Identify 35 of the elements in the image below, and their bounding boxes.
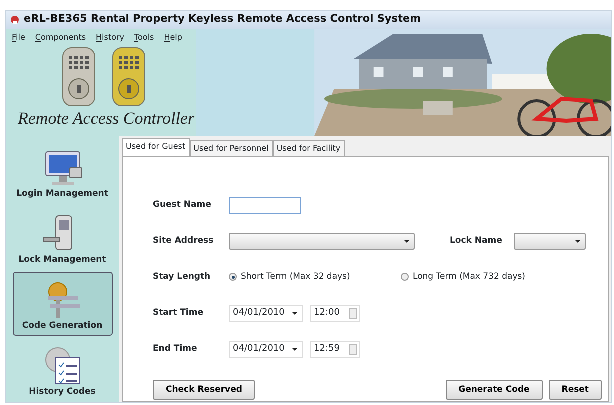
time-field[interactable]: 12:59	[310, 340, 360, 358]
dropdown[interactable]	[229, 232, 415, 250]
sidebar-item[interactable]: History Codes	[12, 338, 112, 402]
tab[interactable]: Used for Personnel	[190, 140, 273, 157]
date-picker[interactable]: 04/01/2010	[229, 340, 303, 358]
tab[interactable]: Used for Facility	[272, 140, 345, 157]
button[interactable]: Generate Code	[446, 380, 543, 400]
menu-item[interactable]: Components	[35, 32, 86, 44]
dropdown[interactable]	[514, 232, 586, 250]
sidebar-item[interactable]: Code Generation	[12, 272, 112, 336]
menu-item[interactable]: File	[12, 32, 26, 44]
menu-item[interactable]: History	[96, 32, 124, 44]
window-title: eRL-BE365 Rental Property Keyless Remote Access Control System	[24, 12, 422, 28]
field-label: Site Address	[153, 234, 215, 248]
menu-item[interactable]: Tools	[134, 32, 154, 44]
keypad-lock-icon	[111, 47, 147, 107]
keypad-lock-icon	[61, 47, 97, 107]
sidebar-item[interactable]: Lock Management	[12, 206, 112, 270]
tab[interactable]: Used for Guest	[122, 138, 190, 157]
field-label: End Time	[153, 342, 198, 356]
radio-option[interactable]: Long Term (Max 732 days)	[401, 270, 526, 284]
field-label: Guest Name	[153, 198, 212, 212]
input-field[interactable]	[229, 196, 301, 214]
sidebar-item[interactable]: Login Management	[12, 140, 112, 204]
app-icon	[10, 15, 20, 25]
field-label: Stay Length	[153, 270, 212, 284]
time-field[interactable]: 12:00	[310, 304, 360, 322]
field-label: Start Time	[153, 306, 204, 320]
field-label: Lock Name	[450, 234, 502, 248]
button[interactable]: Reset	[548, 380, 602, 400]
radio-option[interactable]: Short Term (Max 32 days)	[229, 270, 401, 284]
button[interactable]: Check Reserved	[153, 380, 256, 400]
menu-item[interactable]: Help	[164, 32, 182, 44]
date-picker[interactable]: 04/01/2010	[229, 304, 303, 322]
logo-text: Remote Access Controller	[17, 110, 195, 129]
